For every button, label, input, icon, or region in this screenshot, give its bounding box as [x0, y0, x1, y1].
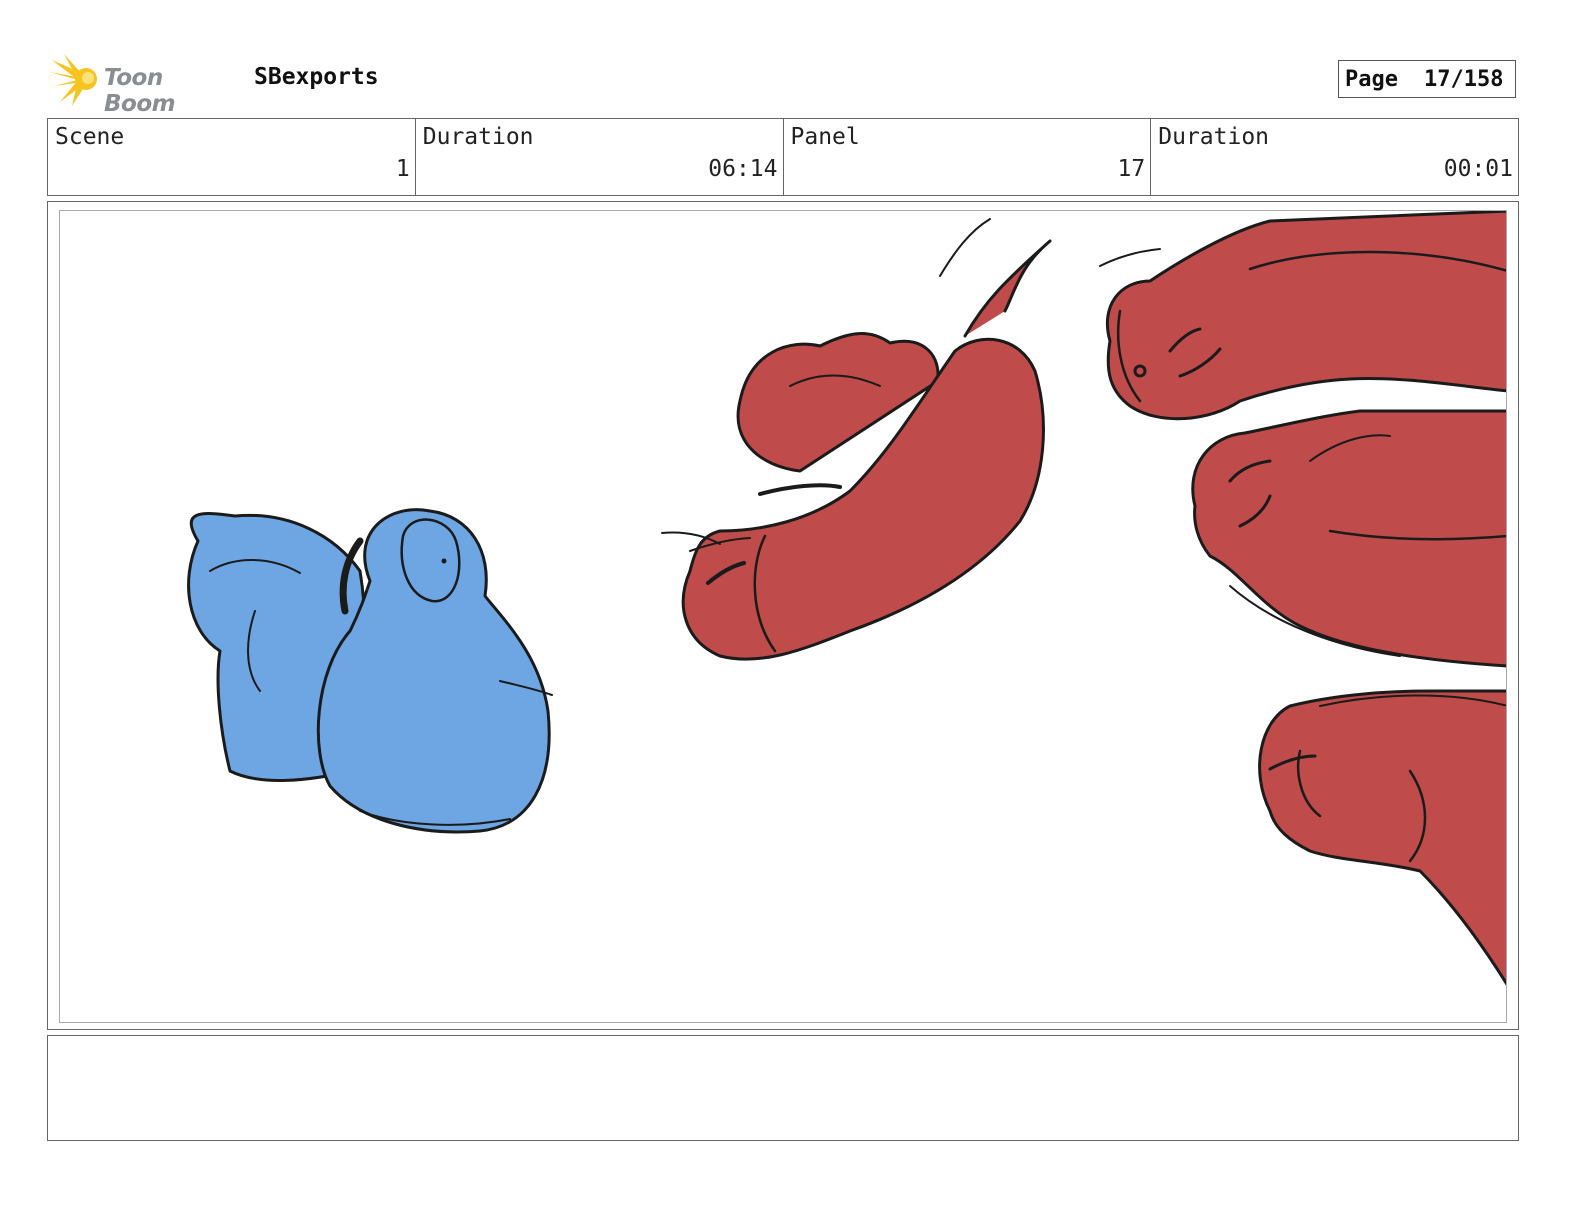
scene-value: 1 — [395, 156, 410, 182]
panel-frame — [47, 201, 1519, 1030]
page-indicator: Page 17/158 — [1338, 60, 1516, 98]
panel-duration-value: 00:01 — [1443, 156, 1513, 182]
panel-cell: Panel 17 — [784, 119, 1152, 195]
panel-value: 17 — [1117, 156, 1146, 182]
page-number: 17/158 — [1423, 66, 1504, 92]
red-character-top-right — [1099, 211, 1506, 421]
red-character-center — [661, 218, 1052, 661]
storyboard-sketch — [187, 211, 1506, 986]
scene-cell: Scene 1 — [48, 119, 416, 195]
red-character-bottom-right — [1258, 689, 1506, 986]
panel-label: Panel — [790, 124, 860, 150]
panel-duration-cell: Duration 00:01 — [1151, 119, 1518, 195]
panel-duration-label: Duration — [1158, 124, 1270, 150]
page-label: Page — [1345, 66, 1398, 92]
scene-duration-label: Duration — [422, 124, 534, 150]
toon-boom-logo: Toon Boom — [50, 52, 240, 117]
scene-duration-value: 06:14 — [708, 156, 778, 182]
panel-notes — [47, 1035, 1519, 1141]
red-character-middle-right — [1191, 409, 1506, 668]
starburst-icon — [50, 54, 97, 106]
blue-character — [187, 508, 553, 834]
logo-text: Toon Boom — [104, 65, 176, 117]
scene-duration-cell: Duration 06:14 — [416, 119, 784, 195]
panel-image — [59, 210, 1507, 1023]
scene-info-table: Scene 1 Duration 06:14 Panel 17 Duration… — [47, 118, 1519, 196]
scene-label: Scene — [55, 124, 125, 150]
project-name: SBexports — [254, 64, 379, 90]
